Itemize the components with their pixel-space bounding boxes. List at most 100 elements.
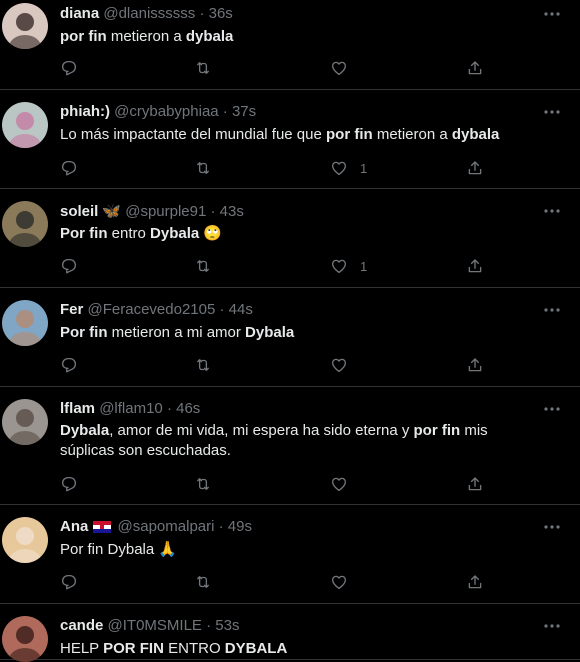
retweet-button[interactable]	[194, 158, 212, 178]
timestamp[interactable]: 46s	[176, 400, 200, 417]
tweet-header: cande @IT0MSMILE · 53s	[60, 617, 239, 634]
display-name[interactable]: lflam	[60, 400, 95, 417]
tweet-text: por fin metieron a dybala	[60, 27, 540, 47]
reply-button[interactable]	[60, 58, 78, 78]
user-handle[interactable]: @dlanissssss	[103, 5, 195, 22]
text-segment: metieron a mi amor	[107, 324, 246, 341]
like-button[interactable]	[330, 355, 348, 375]
separator-dot: ·	[206, 203, 220, 220]
retweet-button[interactable]	[194, 474, 212, 494]
tweet-header: diana @dlanissssss · 36s	[60, 5, 233, 22]
heart-icon	[330, 257, 348, 275]
highlighted-term: POR FIN	[103, 640, 164, 657]
reply-button[interactable]	[60, 256, 78, 276]
avatar[interactable]	[2, 399, 48, 445]
tweet-header: lflam @lflam10 · 46s	[60, 400, 200, 417]
retweet-button[interactable]	[194, 572, 212, 592]
display-name[interactable]: Fer	[60, 301, 83, 318]
tweet[interactable]: diana @dlanissssss · 36s por fin metieron…	[0, 0, 580, 90]
user-handle[interactable]: @crybabyphiaa	[114, 103, 218, 120]
tweet-header: phiah:) @crybabyphiaa · 37s	[60, 103, 256, 120]
share-button[interactable]	[466, 58, 484, 78]
separator-dot: ·	[195, 5, 209, 22]
separator-dot: ·	[162, 400, 177, 417]
like-button[interactable]: 1	[330, 256, 367, 276]
display-name[interactable]: diana	[60, 5, 99, 22]
text-segment: ENTRO	[163, 640, 225, 657]
timestamp[interactable]: 53s	[215, 617, 239, 634]
heart-icon	[330, 59, 348, 77]
reply-icon	[60, 159, 78, 177]
highlighted-term: por fin	[413, 422, 461, 439]
more-icon[interactable]	[542, 204, 562, 218]
retweet-icon	[194, 573, 212, 591]
display-name[interactable]: soleil	[60, 203, 98, 220]
highlighted-term: Dybala	[150, 225, 200, 242]
share-icon	[466, 573, 484, 591]
like-count: 1	[360, 160, 368, 176]
highlighted-term: por fin	[326, 126, 373, 143]
like-button[interactable]: 1	[330, 158, 367, 178]
display-name[interactable]: phiah:)	[60, 103, 110, 120]
tweet-actions	[60, 355, 490, 375]
retweet-button[interactable]	[194, 256, 212, 276]
tweet[interactable]: cande @IT0MSMILE · 53s HELP POR FIN ENTRO…	[0, 604, 580, 662]
tweet-header: Fer @Feracevedo2105 · 44s	[60, 301, 253, 318]
tweet-actions	[60, 572, 490, 592]
highlighted-term: dybala	[185, 28, 234, 45]
user-handle[interactable]: @sapomalpari	[118, 518, 215, 535]
more-icon[interactable]	[542, 105, 562, 119]
retweet-button[interactable]	[194, 355, 212, 375]
more-icon[interactable]	[542, 303, 562, 317]
heart-icon	[330, 573, 348, 591]
timestamp[interactable]: 37s	[232, 103, 256, 120]
share-icon	[466, 59, 484, 77]
reply-button[interactable]	[60, 572, 78, 592]
avatar[interactable]	[2, 201, 48, 247]
text-segment: 🙄	[199, 225, 223, 242]
user-handle[interactable]: @Feracevedo2105	[88, 301, 216, 318]
avatar[interactable]	[2, 517, 48, 563]
avatar[interactable]	[2, 3, 48, 49]
timestamp[interactable]: 36s	[209, 5, 233, 22]
avatar[interactable]	[2, 102, 48, 148]
more-icon[interactable]	[542, 619, 562, 633]
user-handle[interactable]: @IT0MSMILE	[108, 617, 202, 634]
like-button[interactable]	[330, 58, 348, 78]
more-icon[interactable]	[542, 402, 562, 416]
text-segment: , amor de mi vida, mi espera ha sido ete…	[109, 422, 414, 439]
tweet[interactable]: phiah:) @crybabyphiaa · 37s Lo más impact…	[0, 90, 580, 189]
share-button[interactable]	[466, 572, 484, 592]
tweet[interactable]: Ana @sapomalpari · 49s Por fin Dybala 🙏	[0, 505, 580, 604]
user-handle[interactable]: @spurple91	[125, 203, 206, 220]
timestamp[interactable]: 49s	[228, 518, 252, 535]
heart-icon	[330, 159, 348, 177]
share-button[interactable]	[466, 474, 484, 494]
share-button[interactable]	[466, 355, 484, 375]
timestamp[interactable]: 43s	[220, 203, 244, 220]
reply-icon	[60, 475, 78, 493]
share-button[interactable]	[466, 256, 484, 276]
reply-button[interactable]	[60, 355, 78, 375]
reply-button[interactable]	[60, 158, 78, 178]
more-icon[interactable]	[542, 520, 562, 534]
tweet-text: Por fin entro Dybala 🙄	[60, 224, 540, 244]
text-segment: metieron a	[106, 28, 186, 45]
more-icon[interactable]	[542, 7, 562, 21]
like-button[interactable]	[330, 572, 348, 592]
timestamp[interactable]: 44s	[229, 301, 253, 318]
avatar[interactable]	[2, 300, 48, 346]
avatar[interactable]	[2, 616, 48, 662]
display-name[interactable]: Ana	[60, 518, 88, 535]
retweet-button[interactable]	[194, 58, 212, 78]
like-button[interactable]	[330, 474, 348, 494]
tweet[interactable]: Fer @Feracevedo2105 · 44s Por fin metiero…	[0, 288, 580, 387]
reply-button[interactable]	[60, 474, 78, 494]
tweet[interactable]: lflam @lflam10 · 46s Dybala, amor de mi v…	[0, 387, 580, 505]
user-handle[interactable]: @lflam10	[99, 400, 163, 417]
display-name[interactable]: cande	[60, 617, 103, 634]
text-segment: Lo más impactante del mundial fue que	[60, 126, 326, 143]
share-button[interactable]	[466, 158, 484, 178]
retweet-icon	[194, 257, 212, 275]
tweet[interactable]: soleil 🦋 @spurple91 · 43s Por fin entro Dy…	[0, 189, 580, 288]
